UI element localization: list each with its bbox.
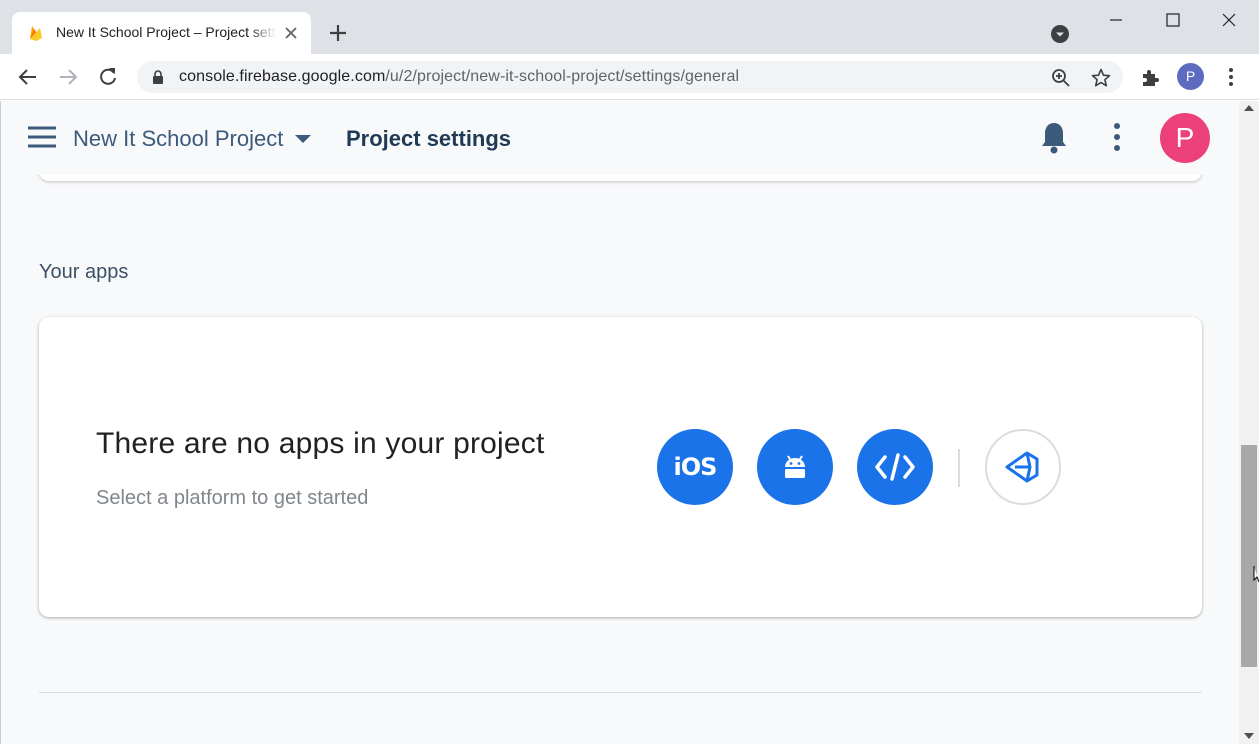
platform-divider <box>958 449 960 487</box>
section-title: Your apps <box>39 261 129 283</box>
ios-icon: iOS <box>673 453 718 481</box>
empty-state-title: There are no apps in your project <box>96 427 545 460</box>
url-host: console.firebase.google.com <box>179 68 386 85</box>
reload-icon[interactable] <box>97 66 119 88</box>
browser-tab[interactable]: New It School Project – Project settings <box>12 12 311 54</box>
minimize-icon[interactable] <box>1102 6 1130 34</box>
apps-card: There are no apps in your project Select… <box>39 317 1202 617</box>
scroll-up-arrow-icon[interactable] <box>1244 105 1254 111</box>
empty-state-subtitle: Select a platform to get started <box>96 487 369 509</box>
user-avatar[interactable]: P <box>1160 113 1210 163</box>
zoom-icon[interactable] <box>1051 68 1071 88</box>
add-web-app-button[interactable] <box>857 429 933 505</box>
notifications-bell-icon[interactable] <box>1039 120 1069 154</box>
bookmark-star-icon[interactable] <box>1091 68 1111 88</box>
window-close-icon[interactable] <box>1215 6 1243 34</box>
code-icon <box>875 453 915 481</box>
add-unity-app-button[interactable] <box>985 429 1061 505</box>
project-selector[interactable]: New It School Project <box>73 126 283 152</box>
section-divider <box>39 692 1202 693</box>
add-android-app-button[interactable] <box>757 429 833 505</box>
page-title: Project settings <box>346 126 512 151</box>
browser-profile-avatar[interactable]: P <box>1177 63 1204 90</box>
address-bar[interactable]: console.firebase.google.com/u/2/project/… <box>137 61 1123 93</box>
forward-arrow-icon[interactable] <box>57 66 79 88</box>
chevron-down-icon[interactable] <box>295 135 311 143</box>
mouse-cursor-icon <box>1253 566 1259 583</box>
browser-tab-strip: New It School Project – Project settings <box>0 0 1259 54</box>
add-ios-app-button[interactable]: iOS <box>657 429 733 505</box>
url-path: /u/2/project/new-it-school-project/setti… <box>385 68 740 85</box>
android-icon <box>785 455 805 478</box>
maximize-icon[interactable] <box>1159 6 1187 34</box>
hamburger-menu-icon[interactable] <box>27 125 57 149</box>
lock-icon[interactable] <box>151 70 165 84</box>
url-text[interactable]: console.firebase.google.com/u/2/project/… <box>179 68 739 86</box>
plus-icon[interactable] <box>326 21 350 45</box>
firebase-header: New It School Project Project settings P <box>1 101 1239 175</box>
browser-menu-icon[interactable] <box>1220 66 1242 88</box>
browser-toolbar: console.firebase.google.com/u/2/project/… <box>0 54 1259 100</box>
scrollbar-thumb[interactable] <box>1241 445 1257 667</box>
scroll-down-arrow-icon[interactable] <box>1244 733 1254 739</box>
unity-icon <box>1005 451 1039 483</box>
close-icon[interactable] <box>282 24 300 42</box>
tab-title: New It School Project – Project settings <box>56 24 276 40</box>
more-options-icon[interactable] <box>1106 121 1128 153</box>
page-scrollbar[interactable] <box>1239 101 1259 744</box>
page-viewport: New It School Project Project settings P… <box>0 101 1239 744</box>
firebase-icon <box>30 26 42 41</box>
back-arrow-icon[interactable] <box>17 66 39 88</box>
tab-search-icon[interactable] <box>1050 24 1070 44</box>
extensions-icon[interactable] <box>1140 66 1162 88</box>
